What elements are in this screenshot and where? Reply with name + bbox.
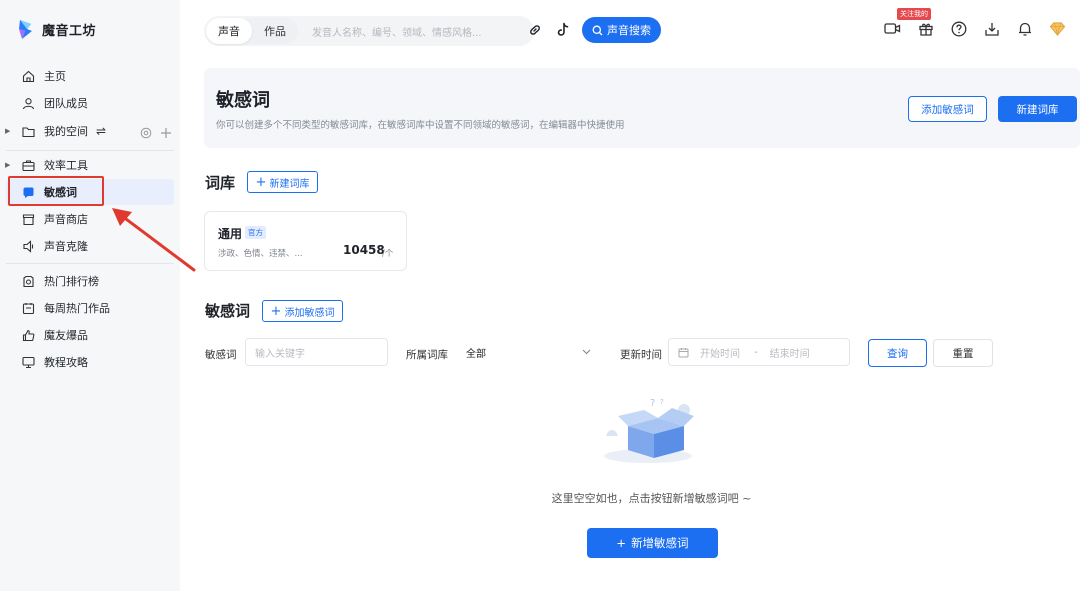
sidebar-item-label: 我的空间	[44, 125, 88, 138]
new-library-small-button[interactable]: + 新建词库	[247, 171, 318, 193]
keyword-input[interactable]: 输入关键字	[245, 338, 388, 366]
tiktok-icon[interactable]	[556, 22, 570, 37]
filter-lib-label: 所属词库	[406, 349, 448, 361]
tab-works[interactable]: 作品	[252, 18, 298, 44]
plus-icon: +	[616, 536, 627, 550]
logo-icon	[19, 20, 32, 39]
query-button[interactable]: 查询	[868, 339, 927, 367]
svg-text:?: ?	[660, 398, 664, 406]
plus-icon: +	[255, 174, 267, 190]
library-card-count: 10458	[343, 243, 385, 257]
page-description: 你可以创建多个不同类型的敏感词库，在敏感词库中设置不同领域的敏感词，在编辑器中快…	[216, 120, 625, 131]
range-separator: -	[754, 346, 758, 358]
add-word-label: 添加敏感词	[284, 307, 335, 319]
annotation-highlight-box	[8, 176, 104, 206]
library-card-name: 通用	[218, 227, 243, 241]
calendar-icon	[678, 347, 689, 357]
sidebar-item-tools[interactable]: 效率工具	[6, 152, 174, 178]
words-section-title: 敏感词	[205, 302, 251, 320]
folder-icon	[22, 125, 35, 138]
brand[interactable]: 魔音工坊	[16, 18, 96, 40]
chevron-down-icon	[582, 349, 591, 355]
new-library-button[interactable]: 新建词库	[998, 96, 1077, 122]
empty-box-illustration: ? ?	[604, 398, 694, 463]
plus-icon: +	[270, 303, 282, 319]
download-icon[interactable]	[983, 20, 1000, 37]
end-date-placeholder[interactable]: 结束时间	[770, 345, 810, 360]
thumb-up-icon	[22, 329, 35, 342]
sidebar-item-label: 教程攻略	[44, 356, 88, 369]
sidebar-item-label: 声音商店	[44, 213, 88, 226]
new-sensitive-word-label: 新增敏感词	[631, 536, 689, 550]
start-date-placeholder[interactable]: 开始时间	[700, 345, 740, 360]
sidebar-item-label: 主页	[44, 70, 66, 83]
monitor-icon	[22, 356, 35, 369]
voice-search-label: 声音搜索	[607, 24, 651, 37]
sidebar-item-label: 团队成员	[44, 97, 88, 110]
new-library-label: 新建词库	[269, 178, 310, 190]
page-title: 敏感词	[216, 90, 270, 111]
annotation-arrow-icon	[112, 208, 196, 272]
user-icon	[22, 97, 35, 110]
reset-button[interactable]: 重置	[933, 339, 993, 367]
sidebar-item-tutorial[interactable]: 教程攻略	[6, 349, 174, 375]
search-icon	[592, 25, 603, 35]
official-badge: 官方	[245, 226, 266, 239]
add-icon[interactable]	[160, 124, 172, 143]
settings-icon[interactable]	[140, 124, 152, 143]
sidebar-item-label: 效率工具	[44, 159, 88, 172]
library-card-tags: 涉政、色情、违禁、...	[218, 249, 303, 259]
filter-word-label: 敏感词	[205, 349, 237, 361]
keyword-placeholder: 输入关键字	[255, 348, 305, 360]
library-card-unit: /个	[382, 249, 394, 259]
link-icon[interactable]	[528, 23, 542, 37]
bell-icon[interactable]	[1016, 20, 1033, 37]
sidebar-item-home[interactable]: 主页	[6, 63, 174, 89]
follow-tag: 关注我的	[897, 8, 931, 20]
switch-icon[interactable]: ⇌	[96, 124, 106, 138]
sidebar-item-team[interactable]: 团队成员	[6, 90, 174, 116]
home-icon	[22, 70, 35, 83]
video-icon[interactable]	[884, 20, 901, 37]
sidebar-item-hot[interactable]: 魔友爆品	[6, 322, 174, 348]
svg-text:?: ?	[650, 398, 655, 409]
space-tools	[140, 124, 172, 143]
library-select-value: 全部	[466, 348, 486, 360]
search-input[interactable]: 发音人名称、编号、领域、情感风格...	[312, 24, 482, 39]
calendar-icon	[22, 302, 35, 315]
ranking-icon	[22, 275, 35, 288]
sidebar-item-label: 每周热门作品	[44, 302, 110, 315]
diamond-icon[interactable]	[1049, 20, 1066, 37]
empty-state-text: 这里空空如也，点击按钮新增敏感词吧 ~	[551, 492, 752, 505]
gift-icon[interactable]	[917, 20, 934, 37]
sidebar-item-label: 热门排行榜	[44, 275, 99, 288]
search-type-tabs: 声音 作品	[206, 18, 298, 44]
add-sensitive-word-button[interactable]: 添加敏感词	[908, 96, 987, 122]
brand-name: 魔音工坊	[42, 23, 97, 39]
voice-search-button[interactable]: 声音搜索	[582, 17, 661, 43]
new-sensitive-word-button[interactable]: + 新增敏感词	[587, 528, 718, 558]
sidebar-item-label: 魔友爆品	[44, 329, 88, 342]
sidebar-item-label: 声音克隆	[44, 240, 88, 253]
sidebar-item-weekly[interactable]: 每周热门作品	[6, 295, 174, 321]
divider	[6, 150, 174, 151]
library-select[interactable]: 全部	[456, 338, 602, 366]
top-icons	[884, 20, 1066, 37]
date-range-picker[interactable]: 开始时间 - 结束时间	[668, 338, 850, 366]
clone-icon	[22, 239, 35, 253]
help-icon[interactable]	[950, 20, 967, 37]
toolbox-icon	[22, 159, 35, 172]
add-word-small-button[interactable]: + 添加敏感词	[262, 300, 343, 322]
filter-time-label: 更新时间	[620, 349, 662, 361]
store-icon	[22, 213, 35, 226]
tab-voice[interactable]: 声音	[206, 18, 252, 44]
library-section-title: 词库	[205, 174, 236, 192]
